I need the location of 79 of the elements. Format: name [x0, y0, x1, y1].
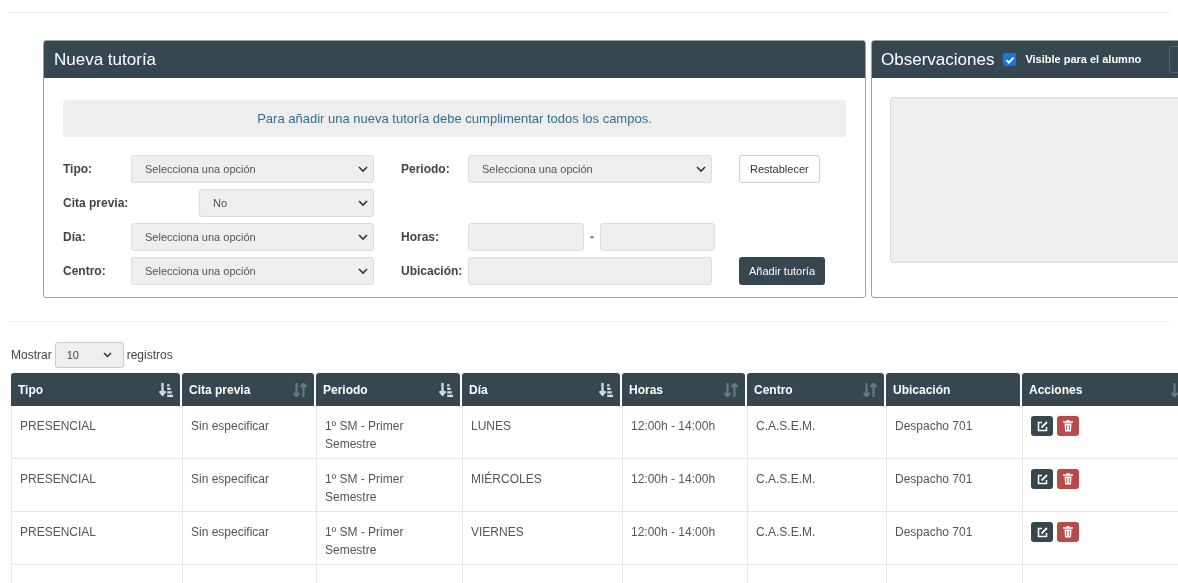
- select-field[interactable]: Selecciona una opción: [131, 257, 374, 285]
- checkbox[interactable]: [1003, 53, 1017, 66]
- chevron-icon: [358, 233, 368, 241]
- field-label: Centro:: [63, 263, 107, 280]
- field-label: Cita previa:: [63, 195, 130, 212]
- trash-icon: [1063, 526, 1073, 538]
- field-label: Horas:: [401, 229, 440, 246]
- sort-ascending-icon: [439, 382, 453, 397]
- length-label: registros: [126, 347, 173, 364]
- sort-icon: [863, 382, 877, 397]
- chevron-icon: [358, 199, 368, 207]
- input-field[interactable]: [468, 223, 584, 251]
- add-button[interactable]: Añadir tutoría: [739, 257, 826, 285]
- table-cell: PRESENCIAL: [11, 407, 182, 458]
- field-label: Tipo:: [63, 161, 94, 178]
- table-cell: PRESENCIAL: [11, 460, 182, 511]
- table-cell: MIÉRCOLES: [462, 460, 622, 511]
- delete-button[interactable]: [1057, 469, 1079, 489]
- column-header[interactable]: Periodo: [316, 373, 460, 406]
- table-cell: Despacho 701: [886, 407, 1022, 458]
- panel-title: Observaciones: [881, 48, 995, 71]
- column-header[interactable]: Tipo: [11, 373, 180, 406]
- column-header[interactable]: Horas: [622, 373, 745, 406]
- table-cell: Sin especificar: [182, 407, 316, 458]
- sort-ascending-icon: [599, 382, 613, 397]
- table-cell: C.A.S.E.M.: [747, 513, 886, 564]
- select-field[interactable]: Selecciona una opción: [131, 223, 374, 251]
- edit-icon: [1036, 526, 1048, 538]
- trash-icon: [1063, 420, 1073, 432]
- delete-button[interactable]: [1057, 416, 1079, 436]
- table-cell: LUNES: [462, 407, 622, 458]
- column-header[interactable]: Cita previa: [182, 373, 314, 406]
- panel-title: Nueva tutoría: [54, 48, 157, 71]
- column-header[interactable]: Acciones: [1022, 373, 1178, 406]
- edit-icon: [1036, 473, 1048, 485]
- table-cell: Sin especificar: [182, 460, 316, 511]
- chevron-icon: [102, 352, 112, 358]
- column-header[interactable]: Ubicación: [886, 373, 1020, 406]
- checkbox-label: Visible para el alumno: [1025, 52, 1142, 68]
- select-field[interactable]: Selecciona una opción: [468, 155, 712, 183]
- input-field[interactable]: [468, 257, 712, 285]
- table-cell: Despacho 701: [886, 460, 1022, 511]
- edit-button[interactable]: [1031, 522, 1053, 542]
- sort-ascending-icon: [159, 382, 173, 397]
- page-length-select[interactable]: 10: [54, 342, 124, 368]
- chevron-icon: [358, 165, 368, 173]
- table-cell: PRESENCIAL: [11, 513, 182, 564]
- sort-icon: [293, 382, 307, 397]
- table-cell: 12:00h - 14:00h: [622, 407, 747, 458]
- delete-button[interactable]: [1057, 522, 1079, 542]
- input-field[interactable]: [600, 223, 715, 251]
- edit-button[interactable]: [1031, 469, 1053, 489]
- table-cell: Despacho 701: [886, 513, 1022, 564]
- table-cell: 1º SM - Primer Semestre: [316, 513, 462, 564]
- column-header[interactable]: Día: [462, 373, 620, 406]
- range-separator: -: [590, 229, 594, 246]
- length-label: Mostrar: [11, 347, 52, 364]
- table-cell: C.A.S.E.M.: [747, 407, 886, 458]
- table-cell: 12:00h - 14:00h: [622, 513, 747, 564]
- field-label: Periodo:: [401, 161, 451, 178]
- table-cell: 12:00h - 14:00h: [622, 460, 747, 511]
- trash-icon: [1063, 473, 1073, 485]
- table-cell: Sin especificar: [182, 513, 316, 564]
- table-cell: C.A.S.E.M.: [747, 460, 886, 511]
- select-field[interactable]: Selecciona una opción: [131, 155, 374, 183]
- edit-button[interactable]: [1031, 416, 1053, 436]
- edit-icon: [1036, 420, 1048, 432]
- chevron-icon: [696, 165, 706, 173]
- sort-icon: [724, 382, 738, 397]
- field-label: Ubicación:: [401, 263, 464, 280]
- field-label: Día:: [63, 229, 87, 246]
- select-field[interactable]: No: [199, 189, 374, 217]
- table-cell: 1º SM - Primer Semestre: [316, 460, 462, 511]
- column-header[interactable]: Centro: [747, 373, 884, 406]
- info-notice: Para añadir una nueva tutoría debe cumplimentar todos los campos.: [63, 100, 846, 137]
- table-cell: 1º SM - Primer Semestre: [316, 407, 462, 458]
- table-cell: VIERNES: [462, 513, 622, 564]
- chevron-icon: [358, 267, 368, 275]
- reset-button[interactable]: Restablecer: [739, 155, 820, 183]
